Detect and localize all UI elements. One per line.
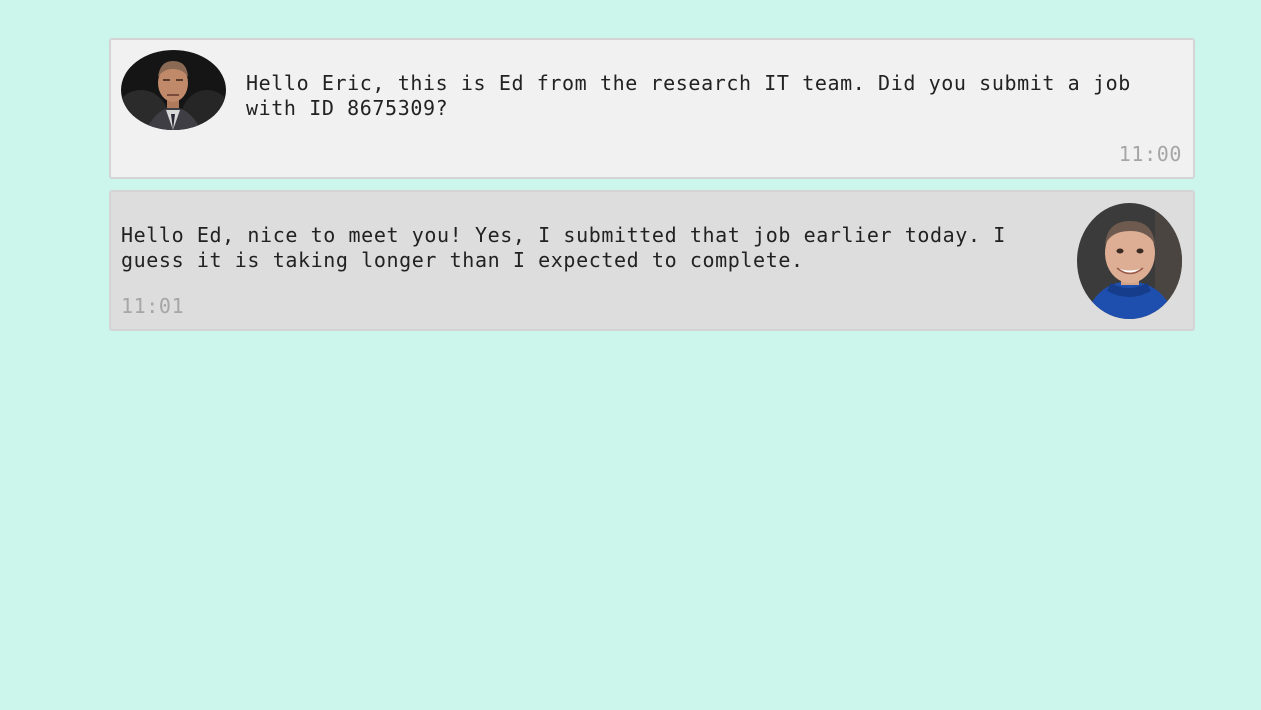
avatar-eric: [1077, 203, 1182, 319]
avatar-eric-image: [1077, 203, 1182, 319]
message-outgoing: Hello Ed, nice to meet you! Yes, I submi…: [109, 190, 1195, 331]
message-text: Hello Eric, this is Ed from the research…: [246, 71, 1144, 120]
message-text: Hello Ed, nice to meet you! Yes, I submi…: [121, 223, 1019, 272]
avatar-ed-image: [121, 50, 226, 130]
avatar-ed: [121, 50, 226, 130]
chat-log: Hello Eric, this is Ed from the research…: [109, 38, 1195, 342]
message-timestamp: 11:00: [1118, 142, 1182, 166]
message-incoming: Hello Eric, this is Ed from the research…: [109, 38, 1195, 179]
message-timestamp: 11:01: [121, 294, 185, 318]
